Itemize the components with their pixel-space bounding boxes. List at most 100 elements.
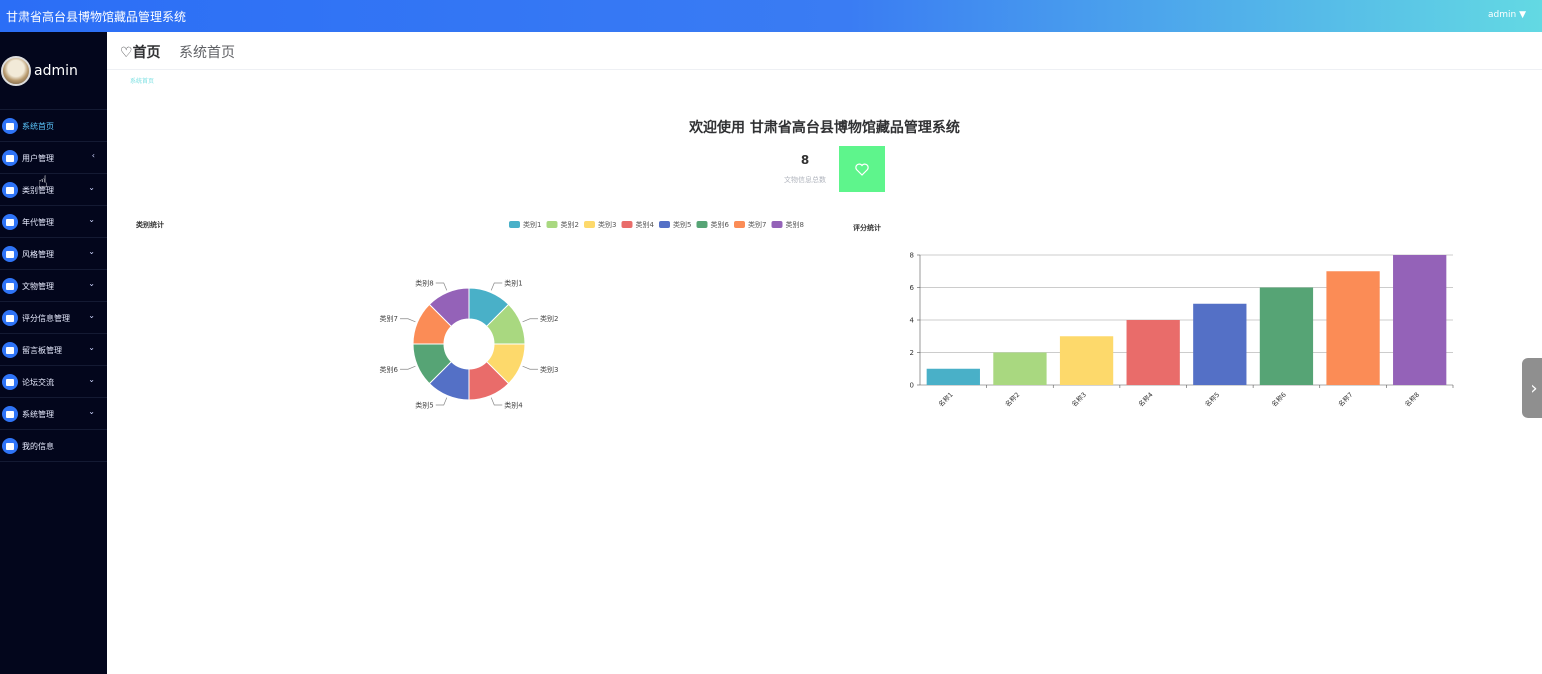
pie-chart: 类别1 类别2 类别3 类别4 类别5 类别6 类别7 类别8 类别1 类别2 类别3 类别4 类别5 类… [380,220,804,409]
x-tick-label: 名称2 [1003,390,1021,408]
home-icon [2,118,18,134]
grid-icon [2,150,18,166]
chevron-icon: ⌄ [88,375,95,384]
chevron-icon: ⌄ [88,247,95,256]
sidebar-item-label: 我的信息 [22,442,54,451]
sidebar-item-5[interactable]: 风格管理 ⌄ [0,238,107,270]
sidebar-item-2[interactable]: 用户管理 ‹ [0,142,107,174]
sidebar-item-1[interactable]: 系统首页 [0,110,107,142]
sidebar: admin 系统首页 用户管理 ‹ 类别管理 ⌄ 年代管理 ⌄ 风格管理 ⌄ 文物管理 ⌄ 评分信息管… [0,32,107,674]
page-subtitle: 系统首页 [179,45,235,61]
legend-swatch [584,221,595,228]
sidebar-item-7[interactable]: 评分信息管理 ⌄ [0,302,107,334]
x-tick-label: 名称7 [1336,390,1354,408]
chevron-icon: ⌄ [88,215,95,224]
sidebar-item-label: 文物管理 [22,282,54,291]
book-icon [2,342,18,358]
x-tick-label: 名称4 [1136,390,1154,408]
sidebar-item-label: 论坛交流 [22,378,54,387]
sidebar-item-6[interactable]: 文物管理 ⌄ [0,270,107,302]
sidebar-item-3[interactable]: 类别管理 ⌄ [0,174,107,206]
sidebar-item-label: 系统管理 [22,410,54,419]
legend-swatch [509,221,520,228]
y-tick-label: 4 [910,317,915,325]
hand-cursor-icon: ☝ [38,172,48,191]
bar [1326,271,1380,385]
chevron-icon: ⌄ [88,311,95,320]
bar [1393,255,1447,385]
bar [993,352,1047,385]
bar [1126,320,1180,385]
legend-label: 类别2 [561,220,579,229]
stat-value: 8 [800,153,810,167]
sidebar-item-label: 年代管理 [22,218,54,227]
pie-label: 类别2 [540,314,558,323]
grid-icon [2,214,18,230]
sidebar-item-8[interactable]: 留言板管理 ⌄ [0,334,107,366]
pie-label: 类别5 [415,400,433,409]
pie-label-line [490,282,503,291]
top-bar: 甘肃省高台县博物馆藏品管理系统 admin ▼ [0,0,1542,32]
pie-label: 类别1 [504,279,522,288]
pie-label: 类别4 [504,400,523,409]
x-tick-label: 名称5 [1203,390,1221,408]
page-header: ♡首页 系统首页 [107,32,1542,70]
pie-label-line [522,318,538,323]
stat-label: 文物信息总数 [784,176,826,184]
sidebar-item-10[interactable]: 系统管理 ⌄ [0,398,107,430]
avatar[interactable] [1,56,31,86]
sidebar-item-9[interactable]: 论坛交流 ⌄ [0,366,107,398]
pie-label: 类别7 [380,314,398,323]
bar [926,368,980,385]
chevron-icon: ‹ [91,151,95,160]
x-tick-label: 名称3 [1069,390,1087,408]
pie-label: 类别6 [380,365,399,374]
legend-label: 类别1 [523,220,541,229]
legend-swatch [734,221,745,228]
breadcrumb[interactable]: 系统首页 [130,76,154,85]
legend-label: 类别7 [748,220,766,229]
welcome-heading: 欢迎使用 甘肃省高台县博物馆藏品管理系统 [689,120,960,136]
legend-label: 类别3 [598,220,616,229]
sidebar-item-label: 系统首页 [22,122,54,131]
pie-label-line [400,365,416,370]
chat-icon [2,182,18,198]
page-title: ♡首页 [120,45,161,61]
grid-icon [2,310,18,326]
y-tick-label: 2 [910,349,914,357]
legend-swatch [621,221,633,228]
bar [1193,303,1247,385]
send-icon [2,374,18,390]
sidebar-item-label: 风格管理 [22,250,54,259]
heart-icon [855,163,869,176]
pie-label-line [435,397,448,406]
bar [1259,287,1314,385]
bag-icon [2,278,18,294]
y-tick-label: 0 [910,382,914,390]
heart-icon: ♡ [120,45,133,61]
profile: admin [0,32,107,110]
sidebar-item-label: 留言板管理 [22,346,62,355]
x-tick-label: 名称1 [936,390,954,408]
legend-label: 类别8 [786,220,804,229]
chevron-icon: ⌄ [88,279,95,288]
x-tick-label: 名称6 [1269,390,1287,408]
user-menu[interactable]: admin ▼ [1488,10,1526,20]
sidebar-menu: 系统首页 用户管理 ‹ 类别管理 ⌄ 年代管理 ⌄ 风格管理 ⌄ 文物管理 ⌄ 评分信息管理 ⌄ 留言板管… [0,110,107,462]
legend-swatch [696,221,708,228]
chevron-icon: ⌄ [88,407,95,416]
sidebar-item-4[interactable]: 年代管理 ⌄ [0,206,107,238]
side-toggle-button[interactable]: › [1522,358,1542,418]
pie-label-line [490,397,503,406]
pie-label: 类别3 [540,365,558,374]
pie-label-line [400,318,416,323]
legend-swatch [771,221,783,228]
pie-label-line [435,282,448,291]
legend-swatch [546,221,558,228]
box-icon [2,246,18,262]
bar-chart-title: 评分统计 [853,224,881,232]
sidebar-item-11[interactable]: 我的信息 [0,430,107,462]
sidebar-username: admin [34,63,78,79]
pie-label: 类别8 [415,279,433,288]
bar-chart: 0 2 4 6 8 名称1 名称2 名称3 名称4 名称5 名称6 名称7 名称8 [910,252,1454,409]
